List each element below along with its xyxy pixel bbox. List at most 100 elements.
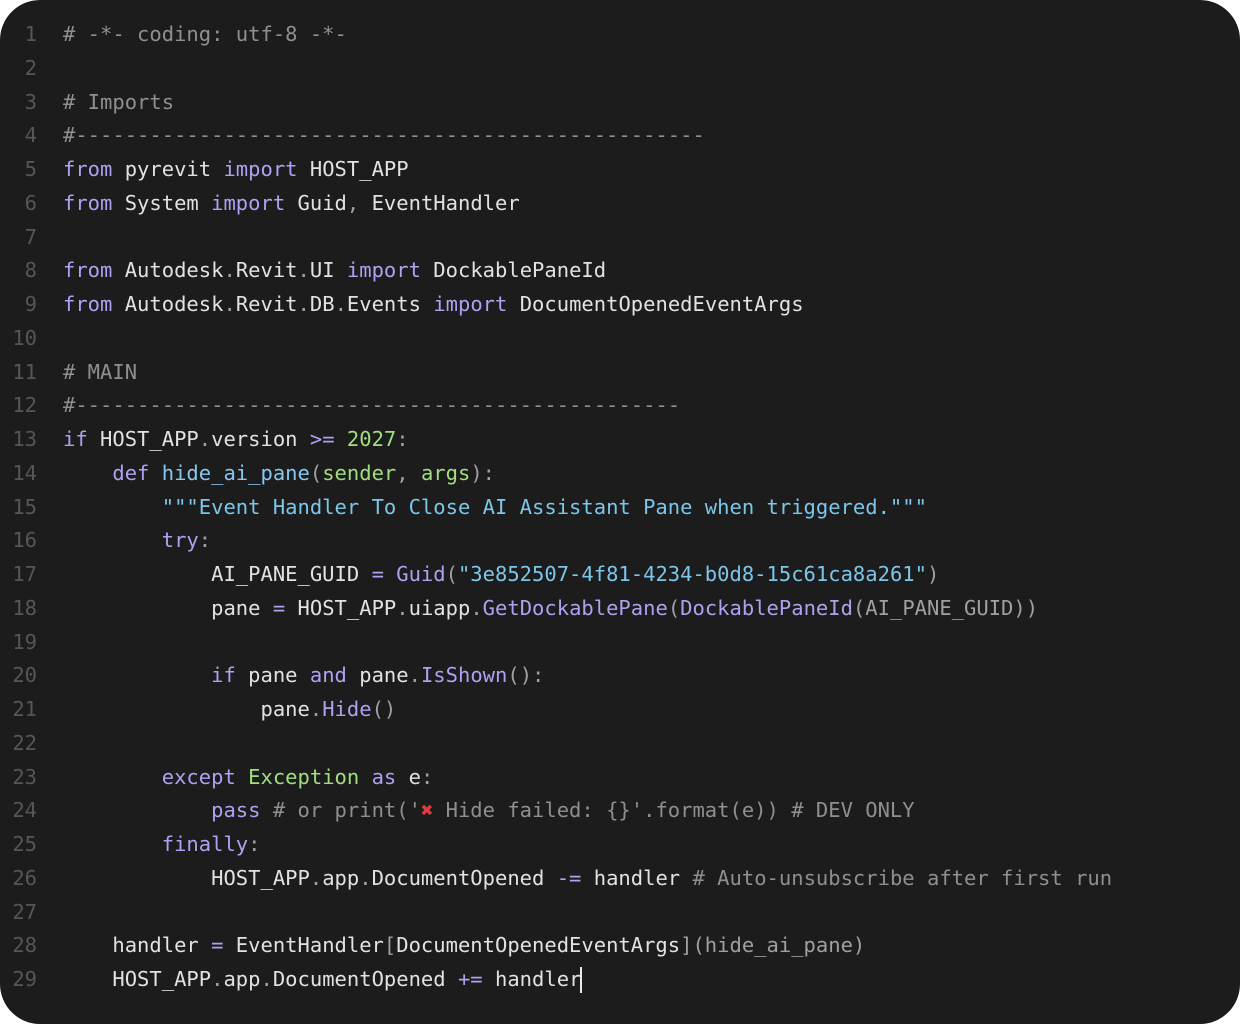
code-token: version [211,427,310,451]
line-number: 21 [12,697,37,721]
code-token: : [420,764,434,789]
code-token: Exception [248,764,360,789]
code-token: = [272,595,286,620]
code-text[interactable]: from Autodesk.Revit.UI import DockablePa… [63,253,606,287]
code-token: #---------------------------------------… [63,123,705,148]
code-token: if [63,427,88,451]
code-token: AI_PANE_GUID [63,562,372,586]
code-token: pass [211,798,261,823]
code-token: uiapp [408,595,471,620]
code-token: . [359,865,372,890]
code-token: . [334,292,347,316]
line-number: 1 [24,22,37,46]
code-token: GetDockablePane [482,595,668,620]
code-token: HOST_APP [63,865,310,890]
code-token: () [371,697,397,721]
code-token: DocumentOpened [272,967,458,991]
code-token: DocumentOpenedEventArgs [507,292,804,316]
code-token: Guid [285,190,347,215]
code-text[interactable]: # Imports [63,85,174,119]
line-number: 17 [12,562,37,586]
code-token: app [223,967,261,991]
text-cursor [580,967,583,993]
line-number: 20 [12,663,37,688]
line-number: 23 [12,764,37,789]
code-token: def [112,460,150,485]
code-token: (AI_PANE_GUID)) [852,595,1039,620]
code-token: . [408,663,421,688]
code-text[interactable]: handler = EventHandler[DocumentOpenedEve… [63,928,865,962]
line-number: 28 [12,933,37,958]
code-token: . [223,292,236,316]
line-number: 27 [12,899,37,924]
code-token: : [198,528,212,553]
line-number: 8 [24,258,37,283]
line-number: 16 [12,528,37,553]
code-text[interactable]: except Exception as e: [63,760,434,794]
code-token: as [371,764,397,789]
code-token: . [309,865,323,890]
line-number: 5 [24,157,37,181]
code-token: if [211,663,236,688]
code-token: . [309,697,323,721]
code-token: "3e852507-4f81-4234-b0d8-15c61ca8a261" [457,562,927,586]
code-text[interactable]: AI_PANE_GUID = Guid("3e852507-4f81-4234-… [63,557,939,591]
code-token: finally [161,832,249,856]
code-text[interactable]: # MAIN [63,355,137,389]
code-text[interactable]: if pane and pane.IsShown(): [63,658,544,692]
code-token: EventHandler [359,190,520,215]
code-text[interactable]: from pyrevit import HOST_APP [63,152,409,186]
code-token: # or print(' [260,798,421,823]
code-token: HOST_APP [285,595,397,620]
code-text[interactable]: HOST_APP.app.DocumentOpened -= handler #… [63,861,1112,895]
code-token: args [420,460,471,485]
code-token: HOST_APP [63,967,212,991]
code-text[interactable]: """Event Handler To Close AI Assistant P… [63,490,927,524]
code-token: Revit [235,292,298,316]
code-text[interactable]: # -*- coding: utf-8 -*- [63,17,347,51]
code-text[interactable]: pane = HOST_APP.uiapp.GetDockablePane(Do… [63,591,1038,625]
code-text[interactable]: from System import Guid, EventHandler [63,186,520,220]
code-token: Hide failed: {}'.format(e)) # DEV ONLY [433,798,915,823]
line-number: 9 [24,292,37,316]
code-text[interactable]: HOST_APP.app.DocumentOpened += handler [63,962,583,996]
code-token: Events [346,292,434,316]
code-token: # MAIN [63,359,138,384]
code-token: # Auto-unsubscribe after first run [692,865,1113,890]
code-editor[interactable]: 1 # -*- coding: utf-8 -*- 2 3 # Imports 4 #---… [0,0,1240,1024]
code-token: #---------------------------------------… [63,393,681,418]
code-text[interactable]: if HOST_APP.version >= 2027: [63,422,409,456]
code-token: ) [926,562,940,586]
code-text[interactable]: try: [63,523,211,557]
line-number: 11 [12,359,37,384]
code-token: import [433,292,508,316]
code-token: : [396,427,409,451]
code-text[interactable]: def hide_ai_pane(sender, args): [63,456,495,490]
code-text[interactable]: pass # or print('✖ Hide failed: {}'.form… [63,793,915,827]
code-token: ](hide_ai_pane) [680,933,866,958]
code-token: IsShown [420,663,508,688]
code-text[interactable]: #---------------------------------------… [63,118,705,152]
code-token: HOST_APP [297,157,409,181]
code-text[interactable]: #---------------------------------------… [63,388,680,422]
line-number: 14 [12,460,37,485]
line-number: 22 [12,730,37,755]
code-token: Revit [235,258,298,283]
code-text[interactable]: pane.Hide() [63,692,396,726]
code-token: from [63,292,113,316]
code-token: app [322,865,360,890]
code-text[interactable]: from Autodesk.Revit.DB.Events import Doc… [63,287,804,321]
code-token: hide_ai_pane [161,460,310,485]
code-text[interactable]: finally: [63,827,261,861]
line-number: 3 [24,89,37,114]
code-token: # -*- coding: utf-8 -*- [63,22,347,46]
code-token: from [63,258,113,283]
code-token: try [161,528,199,553]
line-number: 24 [12,798,37,823]
